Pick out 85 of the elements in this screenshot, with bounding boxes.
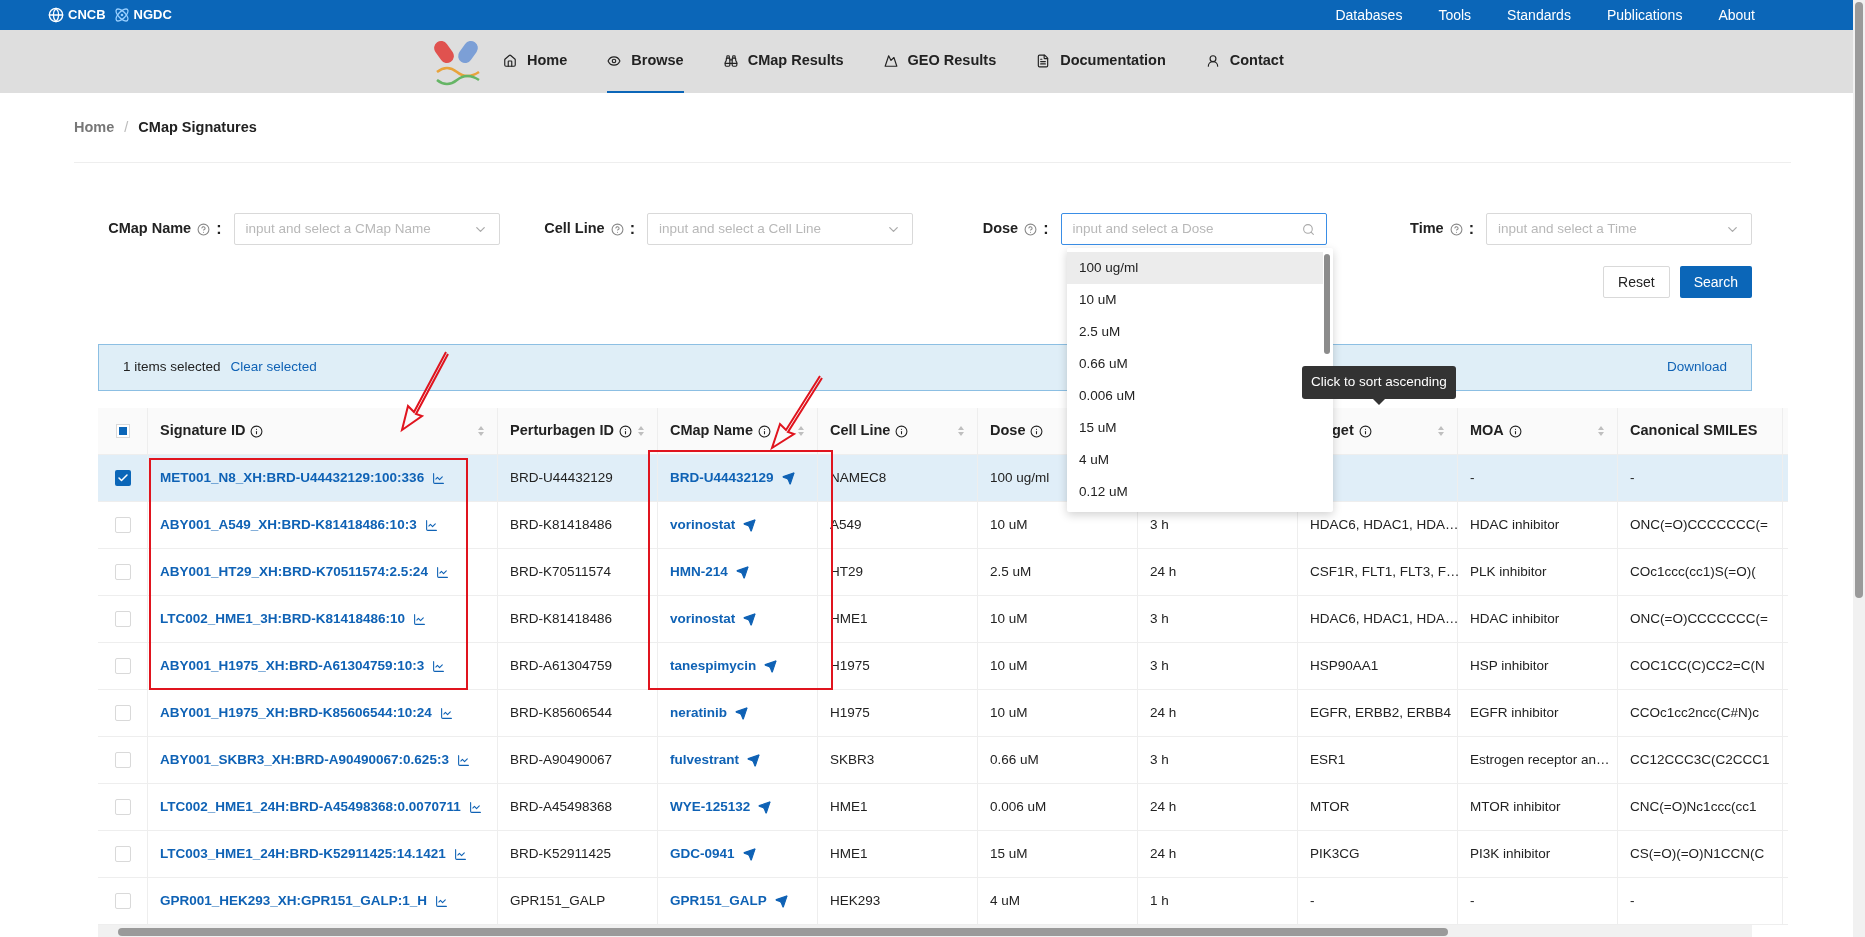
selected-count: 1 items selected xyxy=(123,358,221,377)
table-cell-text: HDAC6, HDAC1, HDA… xyxy=(1310,609,1459,628)
table-cell-text: BRD-A61304759 xyxy=(510,656,613,675)
table-cell-text: 10 uM xyxy=(990,703,1028,722)
table-cell-text: HDAC6, HDAC1, HDA… xyxy=(1310,515,1459,534)
table-cell-text: - xyxy=(1630,891,1635,910)
column-title: get xyxy=(1332,421,1354,441)
table-cell-text: EGFR, ERBB2, ERBB4 xyxy=(1310,703,1452,722)
table-cell-text: 10 uM xyxy=(990,515,1028,534)
label-colon: : xyxy=(629,219,635,239)
filter-label: Time xyxy=(1410,219,1444,239)
table-cell-text: PI3K inhibitor xyxy=(1470,844,1551,863)
table-cell-text: 10 uM xyxy=(990,609,1028,628)
table-cell-text: 15 uM xyxy=(990,844,1028,863)
column-title: Canonical SMILES xyxy=(1630,421,1758,441)
table-cell-text: BRD-A90490067 xyxy=(510,750,613,769)
table-cell-text: BRD-K81418486 xyxy=(510,609,613,628)
table-cell-text: COc1ccc(cc1)S(=O)( xyxy=(1630,562,1756,581)
table-cell-text: MTOR inhibitor xyxy=(1470,797,1561,816)
label-colon: : xyxy=(1043,219,1049,239)
label-colon: : xyxy=(1468,219,1474,239)
table-cell-text: HSP inhibitor xyxy=(1470,656,1549,675)
label-colon: : xyxy=(216,219,222,239)
table-cell-text: BRD-A45498368 xyxy=(510,797,613,816)
column-title: CMap Name xyxy=(670,421,753,441)
column-title: Cell Line xyxy=(830,421,891,441)
table-cell-text: - xyxy=(1470,891,1475,910)
table-cell-text: HDAC inhibitor xyxy=(1470,515,1560,534)
table-cell-text: 24 h xyxy=(1150,703,1177,722)
table-cell-text: 24 h xyxy=(1150,844,1177,863)
table-cell-text: 3 h xyxy=(1150,609,1169,628)
table-cell-text: COC1CC(C)CC2=C(N xyxy=(1630,656,1765,675)
table-cell-text: - xyxy=(1310,891,1315,910)
logo-text: NGDC xyxy=(133,6,172,25)
table-cell-text: MTOR xyxy=(1310,797,1350,816)
table-cell-text: 10 uM xyxy=(990,656,1028,675)
table-cell-text: ESR1 xyxy=(1310,750,1346,769)
filter-label: Cell Line xyxy=(544,219,605,239)
table-cell-text: CSF1R, FLT1, FLT3, F… xyxy=(1310,562,1460,581)
table-cell-text: 3 h xyxy=(1150,656,1169,675)
table-cell-text: PLK inhibitor xyxy=(1470,562,1547,581)
table-cell-text: ONC(=O)CCCCCCC(= xyxy=(1630,609,1768,628)
filter-label: CMap Name xyxy=(108,219,192,239)
table-cell-text: 24 h xyxy=(1150,797,1177,816)
breadcrumb-current: CMap Signatures xyxy=(138,117,257,137)
column-title: MOA xyxy=(1470,421,1504,441)
table-cell-text: BRD-U44432129 xyxy=(510,468,613,487)
table-cell-text: CS(=O)(=O)N1CCN(C xyxy=(1630,844,1765,863)
table-cell-text: 3 h xyxy=(1150,750,1169,769)
table-cell-text: HEK293 xyxy=(830,891,881,910)
table-cell-text: BRD-K85606544 xyxy=(510,703,613,722)
column-title: Dose xyxy=(990,421,1026,441)
tooltip: Click to sort ascending xyxy=(1302,366,1456,399)
table-cell-text: HME1 xyxy=(830,797,868,816)
table-cell-text: - xyxy=(1630,468,1635,487)
column-title: Perturbagen ID xyxy=(510,421,614,441)
table-cell-text: 2.5 uM xyxy=(990,562,1032,581)
table-cell-text: 1 h xyxy=(1150,891,1169,910)
table-cell-text: BRD-K52911425 xyxy=(510,844,612,863)
table-cell-text: 0.66 uM xyxy=(990,750,1039,769)
filter-label: Dose xyxy=(982,219,1019,239)
table-cell-text: BRD-K70511574 xyxy=(510,562,612,581)
table-cell-text: GPR151_GALP xyxy=(510,891,606,910)
table-cell-text: CNC(=O)Nc1ccc(cc1 xyxy=(1630,797,1757,816)
table-cell-text: PIK3CG xyxy=(1310,844,1360,863)
table-cell-text: 0.006 uM xyxy=(990,797,1047,816)
table-cell-text: EGFR inhibitor xyxy=(1470,703,1559,722)
table-cell-text: 4 uM xyxy=(990,891,1020,910)
table-cell-text: BRD-K81418486 xyxy=(510,515,613,534)
table-cell-text: HSP90AA1 xyxy=(1310,656,1379,675)
column-title: Signature ID xyxy=(160,421,246,441)
breadcrumb-separator: / xyxy=(124,117,129,137)
table-cell-text: 100 ug/ml xyxy=(990,468,1050,487)
table-cell-text: CC12CCC3C(C2CCC1 xyxy=(1630,750,1770,769)
table-cell-text: HME1 xyxy=(830,844,868,863)
table-cell-text: Estrogen receptor an… xyxy=(1470,750,1610,769)
table-cell-text: HDAC inhibitor xyxy=(1470,609,1560,628)
table-cell-text: - xyxy=(1470,468,1475,487)
table-cell-text: SKBR3 xyxy=(830,750,875,769)
table-cell-text: 3 h xyxy=(1150,515,1169,534)
table-cell-text: ONC(=O)CCCCCCC(= xyxy=(1630,515,1768,534)
table-cell-text: CCOc1cc2ncc(C#N)c xyxy=(1630,703,1760,722)
table-cell-text: 24 h xyxy=(1150,562,1177,581)
table-cell-text: H1975 xyxy=(830,703,870,722)
logo-text: CNCB xyxy=(68,6,106,25)
